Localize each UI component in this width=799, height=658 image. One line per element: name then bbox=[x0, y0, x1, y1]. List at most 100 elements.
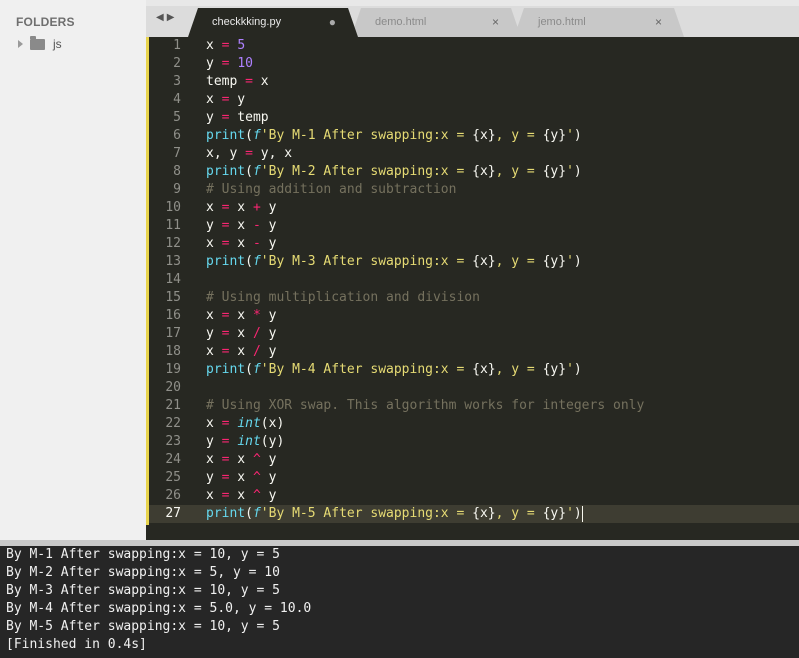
code-token: , y = bbox=[495, 128, 543, 143]
code-token: x bbox=[206, 488, 222, 503]
line-number: 4 bbox=[173, 92, 181, 107]
code-token: x bbox=[229, 236, 253, 251]
code-line[interactable]: y = x / y bbox=[206, 325, 799, 343]
code-area[interactable]: x = 5y = 10 temp = xx = yy = temp print(f'… bbox=[206, 37, 799, 523]
console-line: By M-4 After swapping:x = 5.0, y = 10.0 bbox=[6, 601, 312, 616]
code-line[interactable]: x = int(x) bbox=[206, 415, 799, 433]
code-token: ' bbox=[566, 128, 574, 143]
code-line[interactable]: print(f'By M-5 After swapping:x = {x}, y… bbox=[206, 505, 799, 523]
tab-bar-strip bbox=[146, 0, 799, 6]
code-token: y bbox=[206, 218, 222, 233]
code-token: x bbox=[206, 200, 222, 215]
code-line[interactable]: y = x - y bbox=[206, 217, 799, 235]
code-token: y bbox=[206, 470, 222, 485]
code-line[interactable]: x = y bbox=[206, 91, 799, 109]
code-line[interactable]: # Using addition and subtraction bbox=[206, 181, 799, 199]
unsaved-dot-icon[interactable]: ● bbox=[329, 8, 336, 36]
tab-checkkking-py[interactable]: checkkking.py ● bbox=[188, 8, 358, 37]
code-line[interactable]: print(f'By M-2 After swapping:x = {x}, y… bbox=[206, 163, 799, 181]
code-line[interactable]: # Using multiplication and division bbox=[206, 289, 799, 307]
code-editor[interactable]: 1 2 3 4 5 6 7 8 9 10 11 12 13 14 15 16 17 18 19 20 21 22 23 24 2… bbox=[146, 37, 799, 540]
code-token: y bbox=[206, 56, 222, 71]
console-line: By M-2 After swapping:x = 5, y = 10 bbox=[6, 565, 280, 580]
code-token: , y = bbox=[495, 164, 543, 179]
code-token: * bbox=[252, 308, 261, 323]
code-token: x bbox=[229, 326, 253, 341]
close-icon[interactable]: × bbox=[492, 8, 499, 36]
code-token: print bbox=[206, 254, 246, 269]
code-line[interactable]: print(f'By M-4 After swapping:x = {x}, y… bbox=[206, 361, 799, 379]
code-token: ) bbox=[573, 254, 582, 269]
tab-demo-html[interactable]: demo.html × bbox=[351, 8, 521, 37]
code-token: ) bbox=[573, 164, 582, 179]
code-line[interactable] bbox=[206, 271, 799, 289]
code-line[interactable]: y = 10 bbox=[206, 55, 799, 73]
forward-arrow-icon[interactable]: ▶ bbox=[167, 12, 178, 23]
code-line[interactable]: x = x + y bbox=[206, 199, 799, 217]
code-line[interactable]: x = x * y bbox=[206, 307, 799, 325]
code-token: x bbox=[229, 308, 253, 323]
code-line[interactable]: x = x / y bbox=[206, 343, 799, 361]
code-line[interactable] bbox=[206, 379, 799, 397]
line-number: 9 bbox=[173, 182, 181, 197]
code-token: print bbox=[206, 506, 246, 521]
line-number: 13 bbox=[165, 254, 181, 269]
code-line[interactable]: x = 5 bbox=[206, 37, 799, 55]
code-token: / bbox=[252, 326, 261, 341]
code-token: x bbox=[229, 470, 253, 485]
code-line[interactable]: temp = x bbox=[206, 73, 799, 91]
code-token: {y} bbox=[542, 128, 567, 143]
code-line[interactable]: y = temp bbox=[206, 109, 799, 127]
code-line[interactable]: x = x ^ y bbox=[206, 487, 799, 505]
code-token: ( bbox=[245, 164, 253, 179]
code-token: 'By M-1 After swapping:x = bbox=[260, 128, 473, 143]
output-console: By M-1 After swapping:x = 10, y = 5 By M-… bbox=[0, 546, 799, 658]
tab-jemo-html[interactable]: jemo.html × bbox=[514, 8, 684, 37]
code-line[interactable]: x = x ^ y bbox=[206, 451, 799, 469]
code-token: print bbox=[206, 362, 246, 377]
code-line[interactable]: y = int(y) bbox=[206, 433, 799, 451]
code-token: ^ bbox=[252, 488, 261, 503]
code-token: 'By M-2 After swapping:x = bbox=[260, 164, 473, 179]
code-token: x bbox=[229, 488, 253, 503]
code-token: ) bbox=[573, 128, 582, 143]
code-token: ) bbox=[573, 506, 582, 521]
text-cursor bbox=[581, 505, 583, 522]
code-token: y, x bbox=[252, 146, 293, 161]
line-number: 2 bbox=[173, 56, 181, 71]
line-number: 27 bbox=[165, 506, 181, 521]
code-token: x bbox=[206, 38, 222, 53]
line-number: 15 bbox=[165, 290, 181, 305]
code-line[interactable]: print(f'By M-1 After swapping:x = {x}, y… bbox=[206, 127, 799, 145]
line-number: 25 bbox=[165, 470, 181, 485]
code-token: (x) bbox=[260, 416, 285, 431]
disclosure-triangle-icon[interactable] bbox=[18, 40, 23, 48]
code-token: x bbox=[206, 416, 222, 431]
close-icon[interactable]: × bbox=[655, 8, 662, 36]
line-number: 1 bbox=[173, 38, 181, 53]
line-number: 20 bbox=[165, 380, 181, 395]
code-token: int bbox=[237, 416, 261, 431]
code-line[interactable]: x = x - y bbox=[206, 235, 799, 253]
folder-icon bbox=[30, 35, 45, 50]
back-arrow-icon[interactable]: ◀ bbox=[156, 12, 167, 23]
code-line[interactable]: x, y = y, x bbox=[206, 145, 799, 163]
code-line[interactable]: y = x ^ y bbox=[206, 469, 799, 487]
line-number: 5 bbox=[173, 110, 181, 125]
code-token: f bbox=[252, 164, 261, 179]
code-token: x, y bbox=[206, 146, 246, 161]
sidebar-folder-js[interactable]: js bbox=[16, 35, 62, 52]
code-line[interactable]: # Using XOR swap. This algorithm works f… bbox=[206, 397, 799, 415]
code-token: # Using multiplication and division bbox=[206, 290, 480, 305]
code-line[interactable]: print(f'By M-3 After swapping:x = {x}, y… bbox=[206, 253, 799, 271]
code-token: y bbox=[260, 200, 277, 215]
line-number: 14 bbox=[165, 272, 181, 287]
code-token: y bbox=[206, 434, 222, 449]
code-token: {x} bbox=[472, 164, 496, 179]
code-token: ^ bbox=[252, 452, 261, 467]
code-token: ( bbox=[245, 362, 253, 377]
line-number: 7 bbox=[173, 146, 181, 161]
code-token: y bbox=[260, 308, 277, 323]
line-number: 10 bbox=[165, 200, 181, 215]
code-token: ' bbox=[566, 362, 574, 377]
